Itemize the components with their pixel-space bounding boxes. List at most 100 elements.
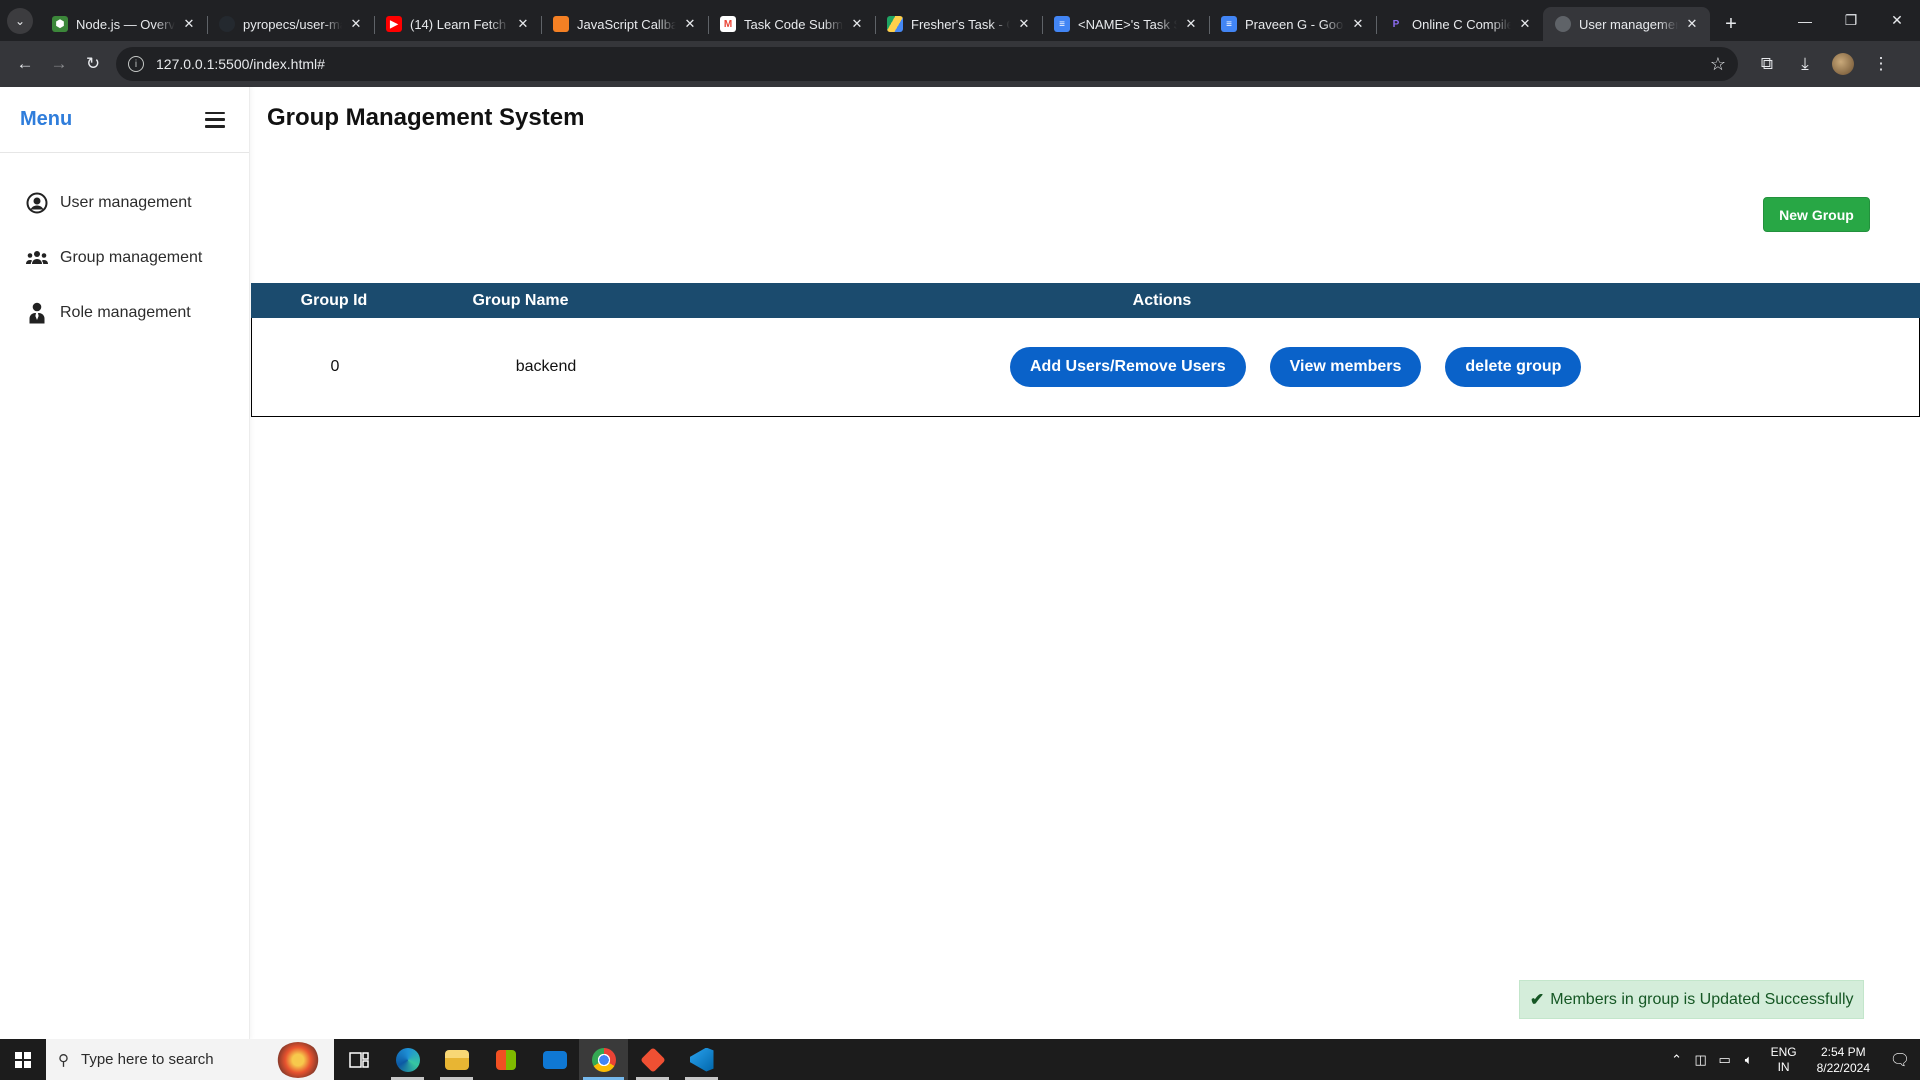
tab-title: Node.js — Overview — [76, 16, 175, 32]
browser-tab-strip: ⌄ ⬢ Node.js — Overview ✕ pyropecs/user-m… — [0, 0, 1920, 41]
window-controls: — ❐ ✕ — [1782, 0, 1920, 41]
chrome-icon[interactable] — [579, 1039, 628, 1080]
system-tray: ⌃ ◫ ▭ 🔈︎ ENG IN 2:54 PM 8/22/2024 🗨︎ — [1665, 1039, 1920, 1080]
task-view-icon[interactable] — [334, 1039, 383, 1080]
profile-avatar[interactable] — [1826, 47, 1860, 81]
main-panel: Group Management System New Group Group … — [251, 87, 1920, 1039]
tab-search-button[interactable]: ⌄ — [0, 0, 40, 41]
tab-list: ⬢ Node.js — Overview ✕ pyropecs/user-man… — [40, 0, 1710, 41]
back-icon[interactable]: ← — [8, 47, 42, 81]
close-icon[interactable]: ✕ — [181, 16, 197, 32]
column-header-group-name: Group Name — [472, 291, 569, 309]
bookmark-star-icon[interactable]: ☆ — [1710, 54, 1726, 75]
browser-tab[interactable]: ▶ (14) Learn Fetch API ✕ — [374, 7, 541, 41]
new-group-button[interactable]: New Group — [1763, 197, 1870, 232]
restore-icon[interactable]: ❐ — [1828, 0, 1874, 41]
close-icon[interactable]: ✕ — [849, 16, 865, 32]
browser-tab[interactable]: P Online C Compiler ✕ — [1376, 7, 1543, 41]
close-icon[interactable]: ✕ — [1517, 16, 1533, 32]
region-code: IN — [1777, 1059, 1790, 1074]
reload-icon[interactable]: ↻ — [76, 47, 110, 81]
youtube-icon: ▶ — [386, 16, 402, 32]
file-explorer-icon[interactable] — [432, 1039, 481, 1080]
close-icon[interactable]: ✕ — [682, 16, 698, 32]
download-icon[interactable]: ⤓ — [1788, 47, 1822, 81]
git-icon[interactable] — [628, 1039, 677, 1080]
page-title: Group Management System — [267, 104, 585, 131]
browser-tab[interactable]: JavaScript Callbacks ✕ — [541, 7, 708, 41]
tab-title: User management — [1579, 16, 1678, 32]
node-icon: ⬢ — [52, 16, 68, 32]
close-icon[interactable]: ✕ — [1183, 16, 1199, 32]
input-language[interactable]: ENG IN — [1771, 1045, 1797, 1075]
close-icon[interactable]: ✕ — [1350, 16, 1366, 32]
vscode-icon[interactable] — [677, 1039, 726, 1080]
groups-table: Group Id Group Name Actions 0 backend Ad… — [251, 283, 1920, 417]
actions-cell: Add Users/Remove Users View members dele… — [674, 347, 1919, 387]
users-group-icon — [26, 247, 48, 269]
check-icon: ✔ — [1530, 989, 1545, 1009]
gmail-icon: M — [720, 16, 736, 32]
browser-tab-active[interactable]: User management ✕ — [1543, 7, 1710, 41]
search-placeholder: Type here to search — [81, 1051, 214, 1068]
hamburger-menu-icon[interactable] — [205, 111, 225, 128]
clock-time: 2:54 PM — [1820, 1044, 1866, 1059]
clock-date: 8/22/2024 — [1816, 1060, 1870, 1075]
delete-group-button[interactable]: delete group — [1445, 347, 1582, 387]
sidebar-item-role-management[interactable]: Role management — [0, 285, 249, 340]
add-remove-users-button[interactable]: Add Users/Remove Users — [1010, 347, 1246, 387]
volume-icon[interactable]: 🔈︎ — [1737, 1052, 1761, 1068]
browser-tab[interactable]: ⬢ Node.js — Overview ✕ — [40, 7, 207, 41]
browser-tab[interactable]: Fresher's Task - Google Drive ✕ — [875, 7, 1042, 41]
sidebar-header: Menu — [0, 87, 249, 153]
taskbar-search-input[interactable]: ⚲ Type here to search — [46, 1039, 334, 1080]
browser-tab[interactable]: ≡ <NAME>'s Task Submission ✕ — [1042, 7, 1209, 41]
windows-logo-icon — [15, 1051, 31, 1068]
url-text: 127.0.0.1:5500/index.html# — [156, 56, 325, 72]
close-icon[interactable]: ✕ — [348, 16, 364, 32]
table-row: 0 backend Add Users/Remove Users View me… — [251, 318, 1920, 417]
tab-title: Praveen G - Google Docs — [1245, 16, 1344, 32]
toast-message: Members in group is Updated Successfully — [1550, 990, 1854, 1008]
browser-tab[interactable]: pyropecs/user-management ✕ — [207, 7, 374, 41]
tab-title: (14) Learn Fetch API — [410, 16, 509, 32]
sidebar-item-group-management[interactable]: Group management — [0, 230, 249, 285]
tab-title: pyropecs/user-management — [243, 16, 342, 32]
browser-tab[interactable]: M Task Code Submission ✕ — [708, 7, 875, 41]
notification-center-icon[interactable]: 🗨︎ — [1880, 1039, 1920, 1080]
browser-tab[interactable]: ≡ Praveen G - Google Docs ✕ — [1209, 7, 1376, 41]
column-header-group-id: Group Id — [300, 291, 368, 309]
edge-icon[interactable] — [383, 1039, 432, 1080]
site-info-icon[interactable]: i — [128, 56, 144, 72]
chevron-up-icon[interactable]: ⌃ — [1665, 1052, 1689, 1068]
close-window-icon[interactable]: ✕ — [1874, 0, 1920, 41]
close-icon[interactable]: ✕ — [1684, 16, 1700, 32]
sidebar-item-user-management[interactable]: User management — [0, 175, 249, 230]
network-icon[interactable]: ▭ — [1713, 1052, 1737, 1068]
table-header: Group Id Group Name Actions — [251, 283, 1920, 318]
globe-icon — [1555, 16, 1571, 32]
forward-icon[interactable]: → — [42, 47, 76, 81]
view-members-button[interactable]: View members — [1269, 347, 1422, 387]
tab-title: JavaScript Callbacks — [577, 16, 676, 32]
meet-now-icon[interactable]: ◫ — [1689, 1052, 1713, 1068]
mail-icon[interactable] — [530, 1039, 579, 1080]
close-icon[interactable]: ✕ — [1016, 16, 1032, 32]
user-circle-icon — [26, 192, 48, 214]
language-code: ENG — [1770, 1044, 1797, 1059]
url-input[interactable]: i 127.0.0.1:5500/index.html# ☆ — [116, 47, 1738, 81]
docs-icon: ≡ — [1054, 16, 1070, 32]
clock[interactable]: 2:54 PM 8/22/2024 — [1817, 1044, 1870, 1076]
new-tab-button[interactable]: + — [1714, 7, 1748, 41]
page-content: Menu User management Group management Ro… — [0, 87, 1920, 1039]
minimize-icon[interactable]: — — [1782, 0, 1828, 41]
extensions-icon[interactable]: ⧉ — [1750, 47, 1784, 81]
github-icon — [219, 16, 235, 32]
drive-icon — [887, 16, 903, 32]
store-icon[interactable] — [481, 1039, 530, 1080]
more-menu-icon[interactable]: ⋮ — [1864, 47, 1898, 81]
search-icon: ⚲ — [58, 1051, 69, 1069]
start-button[interactable] — [0, 1039, 46, 1080]
close-icon[interactable]: ✕ — [515, 16, 531, 32]
tab-title: Fresher's Task - Google Drive — [911, 16, 1010, 32]
